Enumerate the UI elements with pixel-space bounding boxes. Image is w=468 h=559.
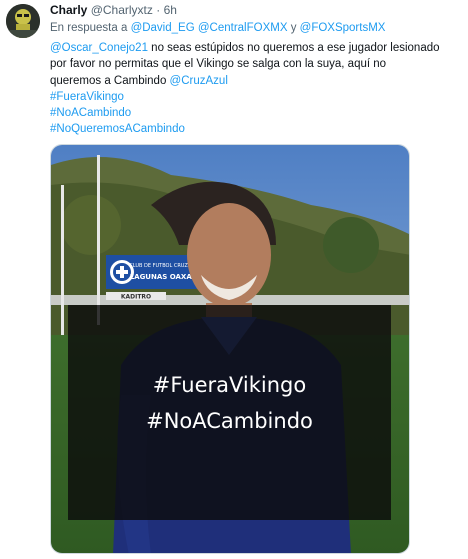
tweet-media[interactable]: CLUB DE FUTBOL CRUZ AZUL LAGUNAS OAXACA … <box>50 144 410 554</box>
timestamp[interactable]: 6h <box>164 3 177 17</box>
tweet-text-3: queremos a Cambindo <box>50 74 170 87</box>
hashtag-fueravikingo[interactable]: #FueraVikingo <box>50 89 458 105</box>
sign-small-text: KADITRO <box>121 294 151 301</box>
tweet-header: Charly @Charlyxtz · 6h <box>50 3 177 19</box>
tweet-line-3: queremos a Cambindo @CruzAzul <box>50 73 458 89</box>
separator-dot: · <box>156 3 161 17</box>
mention-cruzazul[interactable]: @CruzAzul <box>170 75 228 87</box>
reply-mention-david[interactable]: @David_EG <box>131 22 195 34</box>
display-name[interactable]: Charly <box>50 3 87 17</box>
reply-mention-foxsports[interactable]: @FOXSportsMX <box>300 22 386 34</box>
reply-mention-centralfox[interactable]: @CentralFOXMX <box>198 22 288 34</box>
tweet[interactable]: Charly @Charlyxtz · 6h En respuesta a @D… <box>0 0 468 559</box>
tweet-text: @Oscar_Conejo21 no seas estúpidos no que… <box>50 40 458 138</box>
reply-conjunction: y <box>290 22 297 34</box>
user-handle[interactable]: @Charlyxtz <box>91 3 153 17</box>
mention-oscar-conejo[interactable]: @Oscar_Conejo21 <box>50 42 148 54</box>
hashtag-overlay: #FueraVikingo #NoACambindo <box>68 305 391 520</box>
tweet-line-2: por favor no permitas que el Vikingo se … <box>50 58 387 71</box>
avatar[interactable] <box>6 4 40 38</box>
hashtag-noacambindo[interactable]: #NoACambindo <box>50 105 458 121</box>
tweet-line-1: @Oscar_Conejo21 no seas estúpidos no que… <box>50 40 458 56</box>
reply-prefix: En respuesta a <box>50 22 128 34</box>
hashtag-noqueremosacambindo[interactable]: #NoQueremosACambindo <box>50 121 458 137</box>
tweet-text-1: no seas estúpidos no queremos a ese juga… <box>147 42 440 54</box>
avatar-image <box>6 4 40 38</box>
overlay-hashtag-1: #FueraVikingo <box>152 373 307 397</box>
overlay-hashtag-2: #NoACambindo <box>146 409 313 433</box>
reply-context: En respuesta a @David_EG @CentralFOXMX y… <box>50 22 385 34</box>
